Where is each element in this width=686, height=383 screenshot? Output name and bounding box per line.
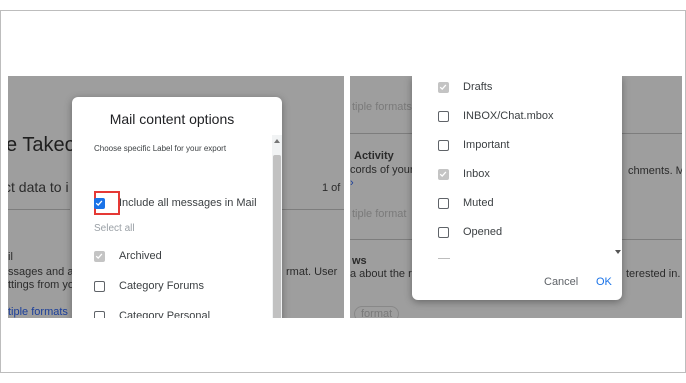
label-option-text: Category Forums	[119, 280, 204, 292]
label-option-text: Opened	[463, 226, 503, 238]
label-option-inbox[interactable]: Inbox	[438, 165, 490, 183]
divider	[438, 258, 450, 259]
label-option-drafts[interactable]: Drafts	[438, 78, 492, 96]
right-screenshot-panel: tiple formats Activity cords of your › c…	[350, 76, 682, 318]
select-data-fragment: ct data to i	[8, 179, 69, 195]
divider	[282, 209, 344, 210]
checkbox-disabled-checked-icon	[94, 250, 105, 262]
about-text-fragment: a about the r	[350, 268, 412, 280]
dialog-scrollbar[interactable]	[272, 135, 282, 318]
section-heading-fragment: il	[8, 251, 13, 263]
interested-text-fragment: terested in.	[626, 268, 681, 280]
format-text-fragment: rmat. User	[286, 266, 338, 278]
label-option-archived[interactable]: Archived	[94, 247, 162, 265]
label-option-opened[interactable]: Opened	[438, 223, 502, 241]
ok-button[interactable]: OK	[592, 274, 616, 290]
divider	[622, 133, 682, 134]
multiple-formats-link[interactable]: tiple formats	[352, 101, 412, 113]
scroll-up-arrow-icon[interactable]	[274, 139, 280, 143]
dialog-subtitle: Choose specific Label for your export	[94, 144, 227, 153]
label-option-text: Inbox	[463, 168, 490, 180]
checkbox-disabled-checked-icon	[438, 81, 449, 93]
label-option-text: Muted	[463, 197, 494, 209]
label-option-muted[interactable]: Muted	[438, 194, 494, 212]
mail-content-options-dialog: Mail content options Choose specific Lab…	[72, 97, 282, 318]
label-option-important[interactable]: Important	[438, 136, 509, 154]
mail-labels-dialog: Drafts INBOX/Chat.mbox Important Inbox M…	[412, 76, 622, 300]
section-heading-fragment: ws	[352, 255, 367, 267]
dialog-title: Mail content options	[109, 111, 235, 127]
left-screenshot-panel: e Takeou ct data to i 1 of il ssages and…	[8, 76, 344, 318]
include-all-label: Include all messages in Mail	[119, 197, 257, 209]
include-all-checkbox-row[interactable]: Include all messages in Mail	[94, 194, 257, 212]
attachments-text-fragment: chments. Mo	[628, 165, 682, 177]
label-option-text: Important	[463, 139, 510, 151]
records-text-fragment: cords of your	[350, 164, 414, 176]
label-option-category-personal[interactable]: Category Personal	[94, 307, 210, 318]
label-option-inbox-chat[interactable]: INBOX/Chat.mbox	[438, 107, 553, 125]
label-option-category-forums[interactable]: Category Forums	[94, 277, 204, 295]
format-chip[interactable]: format	[354, 306, 400, 318]
checkbox-unchecked-icon[interactable]	[94, 280, 105, 292]
checkbox-unchecked-icon[interactable]	[438, 197, 449, 209]
divider	[622, 239, 682, 240]
checkbox-unchecked-icon[interactable]	[438, 226, 449, 238]
divider	[8, 209, 70, 210]
scrollbar-thumb[interactable]	[273, 155, 281, 318]
divider	[350, 133, 412, 134]
checkbox-unchecked-icon[interactable]	[94, 310, 105, 318]
checkbox-unchecked-icon[interactable]	[438, 139, 449, 151]
description-line: ttings from yo	[8, 279, 75, 291]
label-option-text: Archived	[119, 250, 162, 262]
link-fragment[interactable]: ›	[350, 177, 354, 189]
multiple-formats-link[interactable]: tiple formats	[8, 306, 68, 318]
scroll-down-arrow-icon[interactable]	[615, 250, 621, 254]
checkbox-disabled-checked-icon	[438, 168, 449, 180]
multiple-formats-link[interactable]: tiple format	[352, 208, 406, 220]
activity-heading: Activity	[354, 150, 394, 162]
label-option-text: INBOX/Chat.mbox	[463, 110, 554, 122]
checkbox-checked-icon[interactable]	[94, 197, 105, 209]
pagination-text: 1 of	[322, 182, 341, 194]
select-all-link[interactable]: Select all	[94, 223, 135, 234]
label-option-text: Drafts	[463, 81, 493, 93]
label-option-text: Category Personal	[119, 310, 211, 318]
divider	[350, 239, 412, 240]
checkbox-unchecked-icon[interactable]	[438, 110, 449, 122]
description-line: ssages and a	[8, 266, 74, 278]
cancel-button[interactable]: Cancel	[540, 274, 582, 290]
